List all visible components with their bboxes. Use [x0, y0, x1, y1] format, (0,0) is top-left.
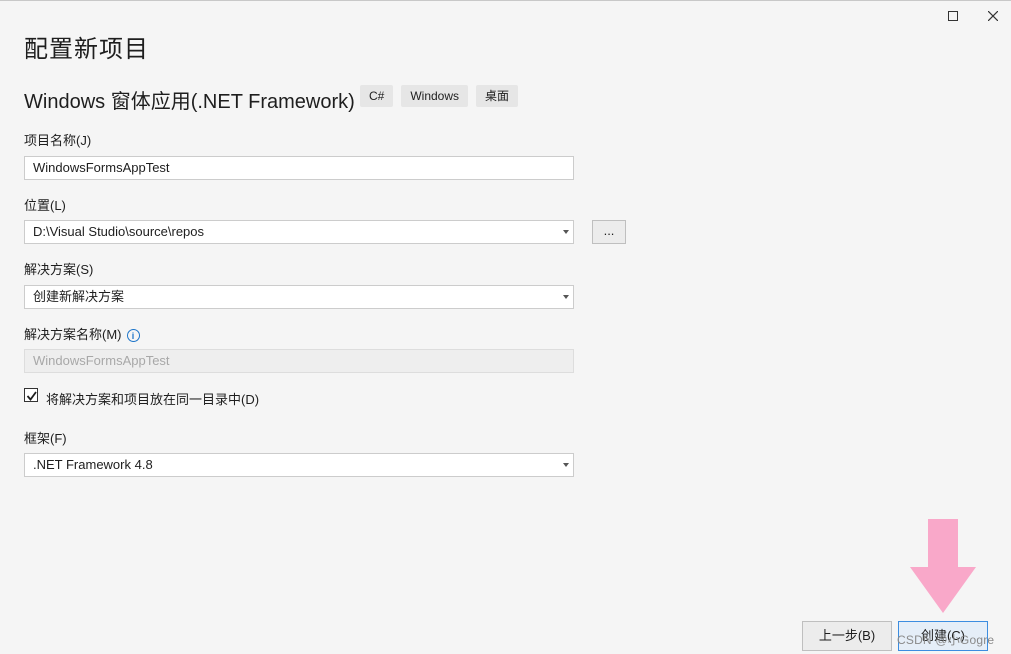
same-directory-label[interactable]: 将解决方案和项目放在同一目录中(D): [46, 389, 259, 408]
template-tags: C# Windows 桌面: [360, 85, 519, 107]
close-icon: [988, 11, 998, 21]
location-value: D:\Visual Studio\source\repos: [33, 224, 205, 239]
tag-csharp: C#: [360, 85, 394, 107]
template-name: Windows 窗体应用(.NET Framework): [24, 91, 355, 113]
framework-combobox[interactable]: .NET Framework 4.8: [24, 453, 574, 477]
checkmark-icon: [26, 391, 37, 401]
project-name-label: 项目名称(J): [24, 133, 92, 148]
solution-value: 创建新解决方案: [33, 289, 125, 304]
browse-button[interactable]: ...: [592, 220, 626, 244]
page-title: 配置新项目: [24, 36, 149, 63]
project-name-input[interactable]: WindowsFormsAppTest: [24, 156, 574, 180]
tag-desktop: 桌面: [476, 85, 519, 107]
framework-label: 框架(F): [24, 431, 67, 446]
framework-value: .NET Framework 4.8: [33, 457, 153, 472]
solution-name-label: 解决方案名称(M): [24, 327, 122, 342]
maximize-icon: [948, 11, 958, 21]
tag-windows: Windows: [401, 85, 469, 107]
info-icon[interactable]: i: [126, 329, 140, 343]
back-button[interactable]: 上一步(B): [802, 621, 892, 651]
solution-combobox[interactable]: 创建新解决方案: [24, 285, 574, 309]
same-directory-checkbox[interactable]: [24, 388, 38, 402]
chevron-down-icon[interactable]: [563, 230, 569, 234]
maximize-button[interactable]: [945, 8, 961, 24]
chevron-down-icon[interactable]: [563, 463, 569, 467]
down-arrow-icon: [910, 519, 976, 613]
location-combobox[interactable]: D:\Visual Studio\source\repos: [24, 220, 574, 244]
location-label: 位置(L): [24, 198, 66, 213]
solution-label: 解决方案(S): [24, 262, 94, 277]
solution-name-label-row: 解决方案名称(M) i: [24, 324, 140, 343]
close-button[interactable]: [985, 8, 1001, 24]
chevron-down-icon[interactable]: [563, 295, 569, 299]
watermark: CSDN @小Gogre: [897, 633, 995, 647]
solution-name-input: WindowsFormsAppTest: [24, 349, 574, 373]
